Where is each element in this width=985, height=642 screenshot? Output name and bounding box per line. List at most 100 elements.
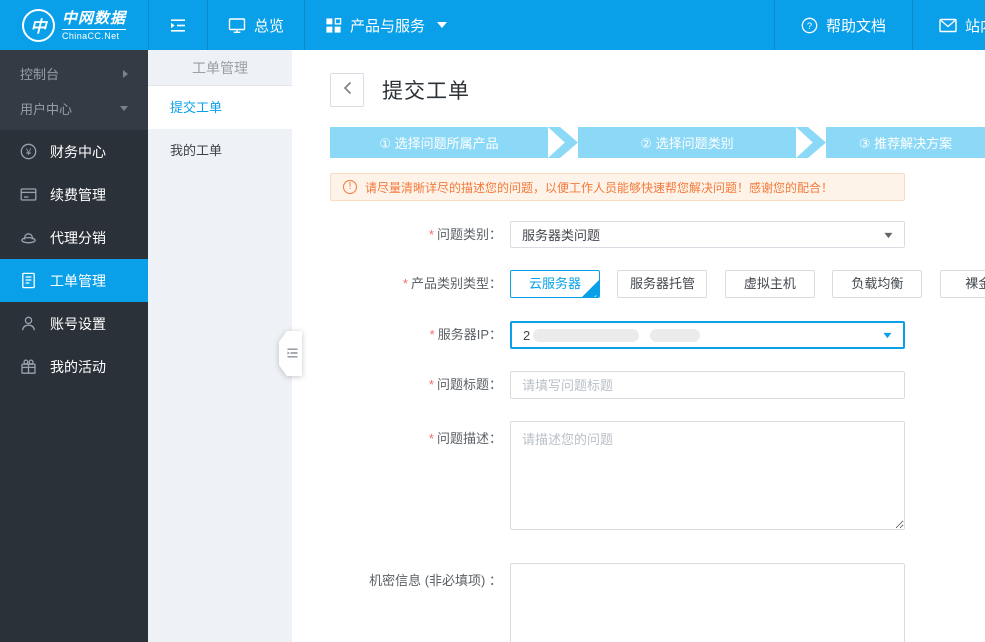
- sidebar-item-activities[interactable]: 我的活动: [0, 345, 148, 388]
- arrow-right-icon: [123, 69, 128, 78]
- grid-icon: [325, 17, 342, 34]
- submenu-item-submit-ticket[interactable]: 提交工单: [148, 86, 292, 129]
- brand-text: 中网数据 ChinaCC.Net: [61, 10, 126, 41]
- primary-sidebar: 控制台 用户中心 ¥ 财务中心 续费管理 代理分销 工单管理 账号设置 我的活动: [0, 50, 148, 642]
- field-label: * 问题类别：: [428, 227, 502, 242]
- sidebar-item-label: 财务中心: [50, 143, 106, 160]
- product-type-button-bare-metal[interactable]: 裸金属: [939, 270, 985, 298]
- field-label: * 问题标题：: [428, 377, 502, 392]
- required-mark: *: [428, 227, 434, 242]
- issue-title-input[interactable]: [510, 371, 905, 399]
- issue-description-textarea[interactable]: [510, 421, 905, 530]
- nav-item-products[interactable]: 产品与服务: [304, 0, 467, 50]
- top-nav: 中 中网数据 ChinaCC.Net 总览 产品与服务 ? 帮助文档 站: [0, 0, 985, 50]
- secret-info-textarea[interactable]: [510, 563, 905, 642]
- field-label: 机密信息 (非必填项) ：: [369, 573, 502, 588]
- exclamation-circle-icon: !: [343, 180, 357, 194]
- monitor-icon: [228, 17, 246, 34]
- required-mark: *: [402, 276, 408, 291]
- sidebar-item-label: 续费管理: [50, 186, 106, 203]
- product-type-button-virtual-host[interactable]: 虚拟主机: [724, 270, 815, 298]
- brand-title: 中网数据: [61, 10, 126, 30]
- nav-item-site-mail[interactable]: 站内: [911, 0, 985, 50]
- nav-right-group: ? 帮助文档 站内: [773, 0, 985, 50]
- submenu-item-my-tickets[interactable]: 我的工单: [148, 129, 292, 172]
- svg-text:?: ?: [807, 21, 812, 32]
- sidebar-item-finance[interactable]: ¥ 财务中心: [0, 130, 148, 173]
- nav-item-overview[interactable]: 总览: [207, 0, 304, 50]
- nav-item-label: 帮助文档: [825, 17, 886, 35]
- secondary-sidebar: 工单管理 提交工单 我的工单: [148, 50, 292, 642]
- notice-text: 请尽量清晰详尽的描述您的问题，以便工作人员能够快速帮您解决问题！感谢您的配合！: [365, 180, 834, 195]
- wizard-step-3: ③ 推荐解决方案: [826, 127, 985, 158]
- product-type-button-load-balancer[interactable]: 负载均衡: [832, 270, 923, 298]
- svg-text:¥: ¥: [25, 147, 32, 158]
- sidebar-item-account[interactable]: 账号设置: [0, 302, 148, 345]
- submenu-header: 工单管理: [148, 50, 292, 86]
- check-icon: ✓: [590, 293, 598, 298]
- nav-item-help-docs[interactable]: ? 帮助文档: [773, 0, 912, 50]
- question-circle-icon: ?: [801, 17, 818, 34]
- main-content: 提交工单 ① 选择问题所属产品 ② 选择问题类别 ③ 推荐解决方案 ! 请尽量清…: [292, 50, 985, 642]
- sidebar-top-section: 控制台 用户中心: [0, 50, 148, 130]
- category-select[interactable]: 服务器类问题 ▼: [510, 221, 905, 248]
- sidebar-item-user-center[interactable]: 用户中心: [0, 91, 148, 126]
- caret-down-icon: ▼: [880, 330, 895, 340]
- nav-item-label: 产品与服务: [350, 17, 426, 35]
- notice-banner: ! 请尽量清晰详尽的描述您的问题，以便工作人员能够快速帮您解决问题！感谢您的配合…: [330, 173, 905, 201]
- wizard-arrow-icon: [796, 127, 826, 158]
- document-icon: [20, 272, 37, 289]
- hamburger-icon: [283, 345, 298, 363]
- wizard-steps: ① 选择问题所属产品 ② 选择问题类别 ③ 推荐解决方案: [330, 127, 985, 158]
- required-mark: *: [428, 377, 434, 392]
- back-button[interactable]: [330, 73, 364, 107]
- sidebar-item-agent[interactable]: 代理分销: [0, 216, 148, 259]
- redacted-ip-block: [650, 328, 701, 342]
- card-icon: [20, 186, 37, 203]
- sidebar-item-label: 代理分销: [50, 229, 106, 246]
- hat-icon: [20, 229, 37, 246]
- page-head: 提交工单: [330, 73, 470, 107]
- sidebar-item-label: 账号设置: [50, 315, 106, 332]
- product-type-button-cloud-server[interactable]: 云服务器 ✓: [510, 270, 600, 298]
- sidebar-item-tickets[interactable]: 工单管理: [0, 259, 148, 302]
- field-label: * 产品类别类型：: [402, 276, 502, 291]
- brand[interactable]: 中 中网数据 ChinaCC.Net: [0, 0, 148, 50]
- sidebar-item-renewal[interactable]: 续费管理: [0, 173, 148, 216]
- yen-circle-icon: ¥: [20, 143, 37, 160]
- field-label: * 服务器IP：: [429, 327, 502, 342]
- nav-menu-toggle[interactable]: [148, 0, 207, 50]
- page-title: 提交工单: [382, 80, 470, 103]
- nav-item-label: 站内: [964, 17, 985, 35]
- sidebar-item-label: 控制台: [20, 67, 60, 82]
- sidebar-item-label: 工单管理: [50, 272, 106, 289]
- category-select-value: 服务器类问题: [522, 228, 601, 243]
- arrow-down-icon: [120, 106, 128, 111]
- product-type-button-server-hosting[interactable]: 服务器托管: [617, 270, 708, 298]
- page: 中 中网数据 ChinaCC.Net 总览 产品与服务 ? 帮助文档 站 控制台…: [0, 0, 985, 642]
- caret-down-icon: ▼: [881, 229, 896, 240]
- gift-icon: [20, 358, 37, 375]
- nav-item-label: 总览: [254, 17, 285, 35]
- wizard-step-2: ② 选择问题类别: [578, 127, 796, 158]
- server-ip-select[interactable]: 2 ▼: [510, 321, 905, 349]
- sidebar-item-label: 我的活动: [50, 358, 106, 375]
- submenu-collapse-handle[interactable]: [279, 331, 302, 376]
- caret-down-icon: [437, 22, 448, 28]
- server-ip-value: 2: [523, 327, 531, 343]
- brand-logo-icon: 中: [21, 8, 55, 42]
- chevron-left-icon: [343, 81, 352, 100]
- collapse-menu-icon: [169, 18, 187, 33]
- wizard-arrow-icon: [548, 127, 578, 158]
- sidebar-item-label: 用户中心: [20, 102, 73, 117]
- sidebar-item-console[interactable]: 控制台: [0, 56, 148, 91]
- envelope-icon: [939, 18, 957, 33]
- submenu-collapse-wrap: [279, 331, 302, 376]
- person-icon: [20, 315, 37, 332]
- required-mark: *: [428, 431, 434, 446]
- redacted-ip-block: [533, 328, 640, 342]
- wizard-step-1: ① 选择问题所属产品: [330, 127, 548, 158]
- required-mark: *: [429, 327, 435, 342]
- brand-subtitle: ChinaCC.Net: [61, 30, 120, 41]
- field-label: * 问题描述：: [428, 431, 502, 446]
